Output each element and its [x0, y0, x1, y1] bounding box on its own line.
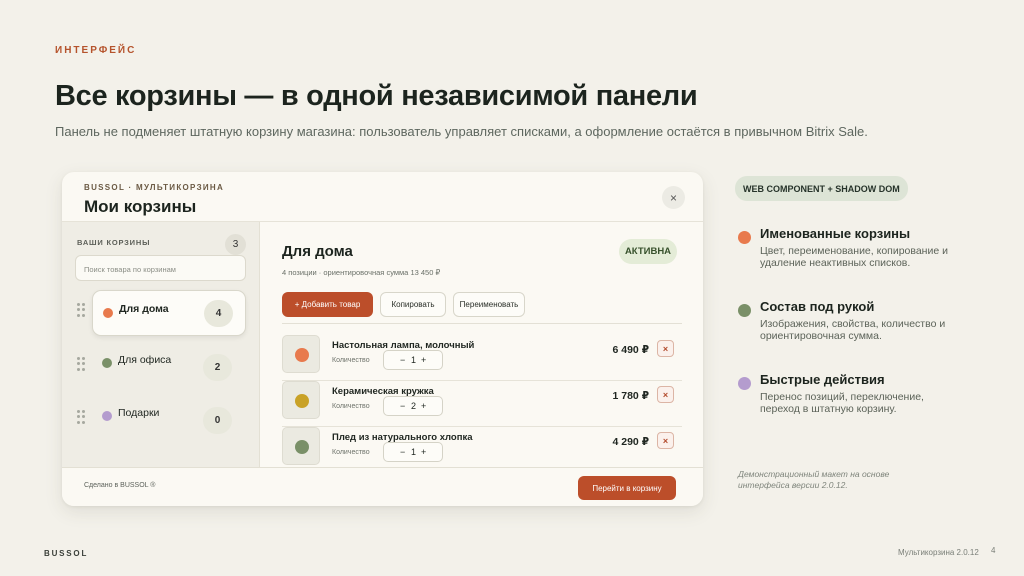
made-by-note: Сделано в BUSSOL ® — [84, 482, 156, 489]
copy-button[interactable]: Копировать — [380, 292, 446, 317]
drag-handle-icon[interactable] — [77, 410, 85, 424]
list-item: Плед из натурального хлопка Количество −… — [282, 426, 682, 472]
product-price: 4 290 ₽ — [612, 436, 650, 448]
sidebar-item-cart[interactable]: Подарки 0 — [92, 397, 246, 443]
list-item: Настольная лампа, молочный Количество − … — [282, 334, 682, 380]
cart-item-count: 4 — [204, 300, 233, 327]
checkout-button[interactable]: Перейти в корзину — [578, 476, 676, 500]
product-color-dot — [295, 440, 309, 454]
cart-name: Для офиса — [118, 354, 172, 366]
panel-title: Мои корзины — [84, 197, 197, 216]
cart-item-count: 0 — [203, 407, 232, 434]
status-badge: АКТИВНА — [619, 239, 677, 264]
quantity-label: Количество — [332, 357, 370, 364]
plus-button[interactable]: + — [421, 355, 426, 365]
remove-item-button[interactable]: × — [657, 386, 674, 403]
quantity-stepper: − 1 + — [383, 350, 443, 370]
cart-title: Для дома — [282, 243, 353, 260]
product-color-dot — [295, 348, 309, 362]
feature-title: Состав под рукой — [760, 299, 875, 314]
product-price: 1 780 ₽ — [612, 390, 650, 402]
drag-handle-icon[interactable] — [77, 357, 85, 371]
multicart-panel: BUSSOL · МУЛЬТИКОРЗИНА Мои корзины × ВАШ… — [62, 172, 703, 506]
list-item: Керамическая кружка Количество − 2 + 1 7… — [282, 380, 682, 426]
cart-color-dot — [102, 358, 112, 368]
feature-color-dot — [738, 304, 751, 317]
remove-item-button[interactable]: × — [657, 432, 674, 449]
search-input[interactable]: Поиск товара по корзинам — [75, 255, 246, 281]
sidebar-label: ВАШИ КОРЗИНЫ — [77, 238, 151, 247]
minus-button[interactable]: − — [400, 355, 405, 365]
quantity-stepper: − 2 + — [383, 396, 443, 416]
product-thumbnail — [282, 427, 320, 465]
cart-count-badge: 3 — [225, 234, 246, 255]
product-thumbnail — [282, 381, 320, 419]
minus-button[interactable]: − — [400, 447, 405, 457]
page-number: 4 — [991, 546, 996, 555]
feature-description: Перенос позиций, переключение, переход в… — [760, 391, 924, 415]
quantity-label: Количество — [332, 403, 370, 410]
divider — [282, 323, 682, 324]
remove-item-button[interactable]: × — [657, 340, 674, 357]
tech-badge: WEB COMPONENT + SHADOW DOM — [735, 176, 908, 201]
rename-button[interactable]: Переименовать — [453, 292, 525, 317]
quantity-label: Количество — [332, 449, 370, 456]
quantity-value[interactable]: 2 — [411, 401, 416, 411]
product-color-dot — [295, 394, 309, 408]
feature-color-dot — [738, 231, 751, 244]
footer-product: Мультикорзина 2.0.12 — [898, 548, 979, 557]
feature-color-dot — [738, 377, 751, 390]
product-thumbnail — [282, 335, 320, 373]
cart-color-dot — [103, 308, 113, 318]
panel-header: BUSSOL · МУЛЬТИКОРЗИНА Мои корзины × — [62, 172, 703, 222]
cart-color-dot — [102, 411, 112, 421]
add-item-button[interactable]: + Добавить товар — [282, 292, 373, 317]
panel-brand: BUSSOL · МУЛЬТИКОРЗИНА — [84, 183, 225, 192]
sidebar-item-cart[interactable]: Для дома 4 — [92, 290, 246, 336]
close-icon[interactable]: × — [662, 186, 685, 209]
cart-name: Подарки — [118, 407, 160, 419]
feature-title: Быстрые действия — [760, 372, 885, 387]
cart-sidebar: ВАШИ КОРЗИНЫ 3 Поиск товара по корзинам … — [62, 222, 260, 467]
quantity-value[interactable]: 1 — [411, 355, 416, 365]
panel-footer: Сделано в BUSSOL ® Перейти в корзину — [62, 467, 703, 506]
minus-button[interactable]: − — [400, 401, 405, 411]
cart-detail: Для дома 4 позиции · ориентировочная сум… — [261, 222, 703, 467]
quantity-stepper: − 1 + — [383, 442, 443, 462]
footer-brand: BUSSOL — [44, 549, 89, 558]
cart-summary: 4 позиции · ориентировочная сумма 13 450… — [282, 268, 441, 277]
feature-title: Именованные корзины — [760, 226, 911, 241]
demo-note: Демонстрационный макет на основе интерфе… — [738, 469, 890, 490]
section-eyebrow: ИНТЕРФЕЙС — [55, 45, 137, 56]
cart-item-count: 2 — [203, 354, 232, 381]
quantity-value[interactable]: 1 — [411, 447, 416, 457]
cart-name: Для дома — [119, 303, 169, 315]
plus-button[interactable]: + — [421, 401, 426, 411]
sidebar-item-cart[interactable]: Для офиса 2 — [92, 344, 246, 390]
drag-handle-icon[interactable] — [77, 303, 85, 317]
feature-description: Цвет, переименование, копирование и удал… — [760, 245, 948, 269]
page-lead: Панель не подменяет штатную корзину мага… — [55, 124, 868, 139]
feature-description: Изображения, свойства, количество и орие… — [760, 318, 946, 342]
plus-button[interactable]: + — [421, 447, 426, 457]
product-price: 6 490 ₽ — [612, 344, 650, 356]
page-title: Все корзины — в одной независимой панели — [55, 80, 698, 112]
